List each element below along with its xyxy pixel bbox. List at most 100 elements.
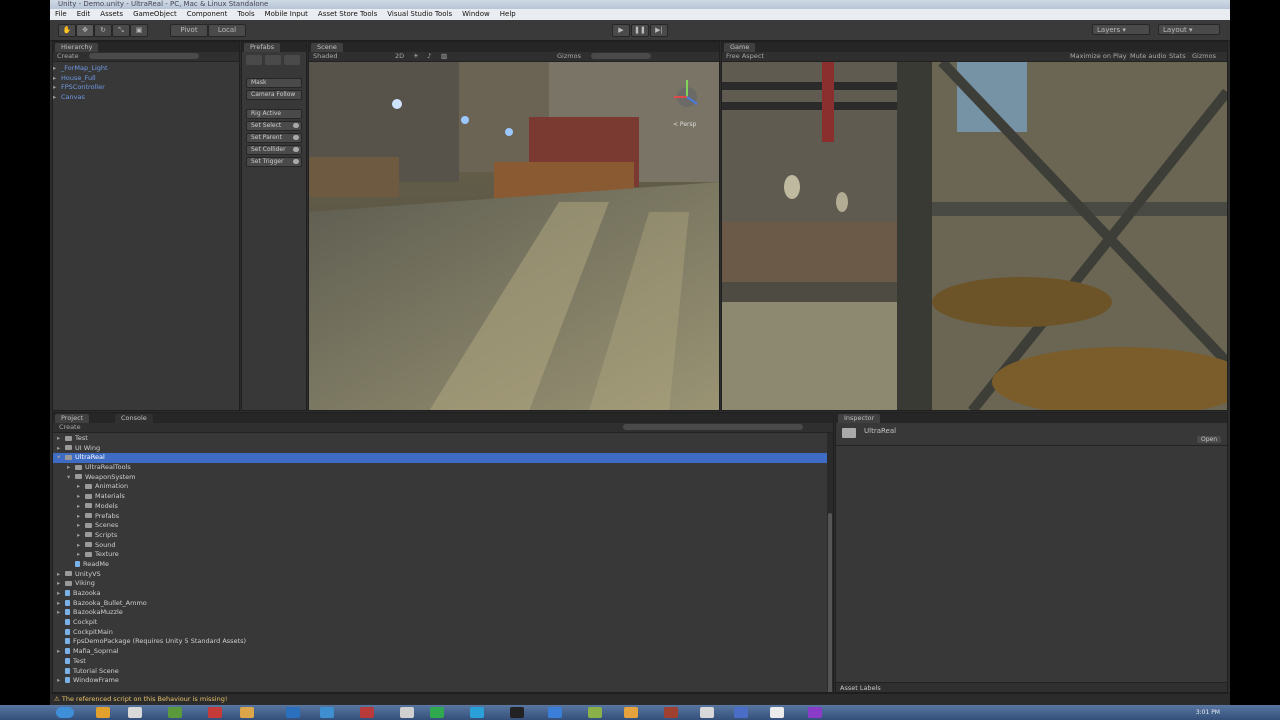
light-gizmo-icon[interactable]: [392, 99, 402, 109]
project-tree-item[interactable]: ▸ Scripts: [53, 531, 833, 541]
status-message[interactable]: The referenced script on this Behaviour …: [62, 695, 228, 703]
prefab-set-parent-button[interactable]: Set Parent: [246, 133, 302, 143]
project-tree-item[interactable]: ▸ Animation: [53, 482, 833, 492]
game-viewport[interactable]: [722, 62, 1227, 411]
scene-search-input[interactable]: [591, 53, 651, 59]
prefab-camera-follow-button[interactable]: Camera Follow: [246, 90, 302, 100]
project-tree-item[interactable]: ▸ BazookaMuzzle: [53, 608, 833, 618]
menu-help[interactable]: Help: [495, 9, 521, 20]
light-toggle-icon[interactable]: ☀: [413, 52, 419, 61]
aspect-dropdown[interactable]: Free Aspect: [722, 52, 764, 60]
shading-dropdown[interactable]: Shaded: [309, 52, 337, 60]
project-tree-item[interactable]: ▸ Viking: [53, 579, 833, 589]
project-tree-item[interactable]: ▸ UI Wing: [53, 444, 833, 454]
pause-button[interactable]: ❚❚: [631, 24, 649, 37]
list-item[interactable]: ▸ House_Full: [53, 74, 239, 84]
arrow-right-icon[interactable]: ▸: [77, 492, 85, 502]
arrow-right-icon[interactable]: ▸: [57, 608, 65, 618]
prefab-set-trigger-button[interactable]: Set Trigger: [246, 157, 302, 167]
tab-project[interactable]: Project: [55, 414, 90, 423]
arrow-right-icon[interactable]: ▸: [57, 599, 65, 609]
layout-dropdown[interactable]: Layout ▾: [1158, 24, 1220, 35]
prefab-rig-active-button[interactable]: Rig Active: [246, 109, 302, 119]
local-toggle[interactable]: Local: [208, 24, 246, 37]
taskbar-app-icon[interactable]: [770, 707, 784, 718]
effects-toggle-icon[interactable]: ▨: [441, 52, 447, 61]
project-tree-item[interactable]: ▸ Test: [53, 434, 833, 444]
step-button[interactable]: ▶|: [650, 24, 668, 37]
project-tree-item[interactable]: ▸ Bazooka_Bullet_Ammo: [53, 599, 833, 609]
project-scrollbar[interactable]: [827, 433, 833, 692]
taskbar-app-icon[interactable]: [808, 707, 822, 718]
tab-scene[interactable]: Scene: [311, 43, 343, 52]
arrow-right-icon[interactable]: ▸: [57, 647, 65, 657]
tab-game[interactable]: Game: [724, 43, 756, 52]
arrow-right-icon[interactable]: ▸: [77, 482, 85, 492]
arrow-right-icon[interactable]: ▸: [57, 579, 65, 589]
audio-toggle-icon[interactable]: ♪: [427, 52, 431, 61]
maximize-on-play-toggle[interactable]: Maximize on Play: [1070, 52, 1127, 61]
taskbar-app-icon[interactable]: [624, 707, 638, 718]
taskbar-app-icon[interactable]: [470, 707, 484, 718]
taskbar-app-icon[interactable]: [360, 707, 374, 718]
project-tree-item[interactable]: ▸ Mafia_Soprnal: [53, 647, 833, 657]
game-gizmos-toggle[interactable]: Gizmos: [1192, 52, 1216, 61]
taskbar-app-icon[interactable]: [168, 707, 182, 718]
project-search-input[interactable]: [623, 424, 803, 430]
taskbar-app-icon[interactable]: [548, 707, 562, 718]
arrow-right-icon[interactable]: ▸: [77, 521, 85, 531]
brush-icon[interactable]: [265, 55, 281, 65]
arrow-right-icon[interactable]: ▸: [57, 444, 65, 454]
menu-assets[interactable]: Assets: [95, 9, 128, 20]
scrollbar-thumb[interactable]: [828, 513, 832, 692]
project-tree-item[interactable]: ▸ Bazooka: [53, 589, 833, 599]
taskbar-app-icon[interactable]: [510, 707, 524, 718]
project-tree-item[interactable]: ▸ Prefabs: [53, 512, 833, 522]
arrow-right-icon[interactable]: ▸: [77, 541, 85, 551]
arrow-down-icon[interactable]: ▾: [57, 453, 65, 463]
project-tree-item[interactable]: ▸ Models: [53, 502, 833, 512]
project-tree-item[interactable]: Tutorial Scene: [53, 667, 833, 677]
layers-dropdown[interactable]: Layers ▾: [1092, 24, 1150, 35]
arrow-right-icon[interactable]: ▸: [57, 676, 65, 686]
taskbar-app-icon[interactable]: [128, 707, 142, 718]
arrow-right-icon[interactable]: ▸: [77, 550, 85, 560]
arrow-down-icon[interactable]: ▾: [67, 473, 75, 483]
taskbar-app-icon[interactable]: [320, 707, 334, 718]
light-gizmo-icon[interactable]: [505, 128, 513, 136]
tab-prefabs[interactable]: Prefabs: [244, 43, 281, 52]
menu-component[interactable]: Component: [182, 9, 233, 20]
arrow-right-icon[interactable]: ▸: [67, 463, 75, 473]
tab-inspector[interactable]: Inspector: [838, 414, 881, 423]
move-tool-button[interactable]: ✥: [76, 24, 94, 37]
arrow-right-icon[interactable]: ▸: [77, 512, 85, 522]
gizmos-dropdown[interactable]: Gizmos: [557, 52, 581, 61]
arrow-right-icon[interactable]: ▸: [77, 502, 85, 512]
light-gizmo-icon[interactable]: [461, 116, 469, 124]
start-button[interactable]: [56, 707, 74, 718]
project-tree-item[interactable]: ▸ Scenes: [53, 521, 833, 531]
taskbar-clock[interactable]: 3:01 PM: [1196, 707, 1220, 718]
pivot-toggle[interactable]: Pivot: [170, 24, 208, 37]
project-tree-item[interactable]: ▸ Materials: [53, 492, 833, 502]
2d-toggle[interactable]: 2D: [395, 52, 404, 61]
menu-mobile-input[interactable]: Mobile Input: [260, 9, 313, 20]
menu-gameobject[interactable]: GameObject: [128, 9, 182, 20]
taskbar-app-icon[interactable]: [240, 707, 254, 718]
taskbar-app-icon[interactable]: [734, 707, 748, 718]
taskbar-app-icon[interactable]: [700, 707, 714, 718]
scale-tool-button[interactable]: ⤡: [112, 24, 130, 37]
prefab-set-collider-button[interactable]: Set Collider: [246, 145, 302, 155]
cursor-icon[interactable]: [246, 55, 262, 65]
project-tree-item[interactable]: ▸ UnityVS: [53, 570, 833, 580]
taskbar-app-icon[interactable]: [208, 707, 222, 718]
hierarchy-create-button[interactable]: Create: [53, 52, 79, 60]
rect-tool-button[interactable]: ▣: [130, 24, 148, 37]
taskbar-app-icon[interactable]: [286, 707, 300, 718]
menu-visual-studio-tools[interactable]: Visual Studio Tools: [382, 9, 457, 20]
persp-label[interactable]: < Persp: [673, 121, 697, 128]
arrow-right-icon[interactable]: ▸: [57, 570, 65, 580]
taskbar-app-icon[interactable]: [664, 707, 678, 718]
taskbar-app-icon[interactable]: [400, 707, 414, 718]
list-item[interactable]: ▸ _ForMap_Light: [53, 64, 239, 74]
